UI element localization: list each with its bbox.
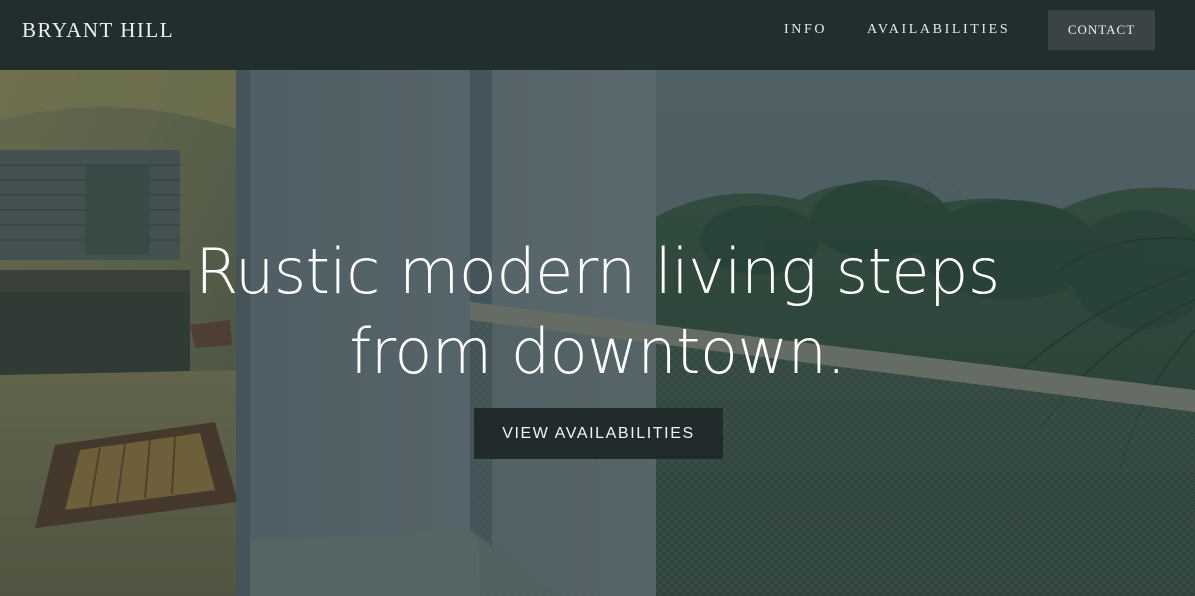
hero-title-line-1: Rustic modern living steps (195, 235, 1000, 308)
brand-logo[interactable]: BRYANT HILL (22, 18, 174, 43)
hero-section: Rustic modern living steps from downtown… (0, 70, 1195, 596)
nav-link-availabilities[interactable]: AVAILABILITIES (867, 22, 1010, 38)
hero-title-line-2: from downtown. (349, 315, 846, 388)
nav-link-info[interactable]: INFO (784, 22, 827, 38)
site-header: BRYANT HILL INFO AVAILABILITIES CONTACT (0, 0, 1195, 70)
hero-title: Rustic modern living steps from downtown… (0, 232, 1195, 392)
contact-button[interactable]: CONTACT (1048, 10, 1155, 50)
view-availabilities-button[interactable]: VIEW AVAILABILITIES (474, 408, 723, 459)
